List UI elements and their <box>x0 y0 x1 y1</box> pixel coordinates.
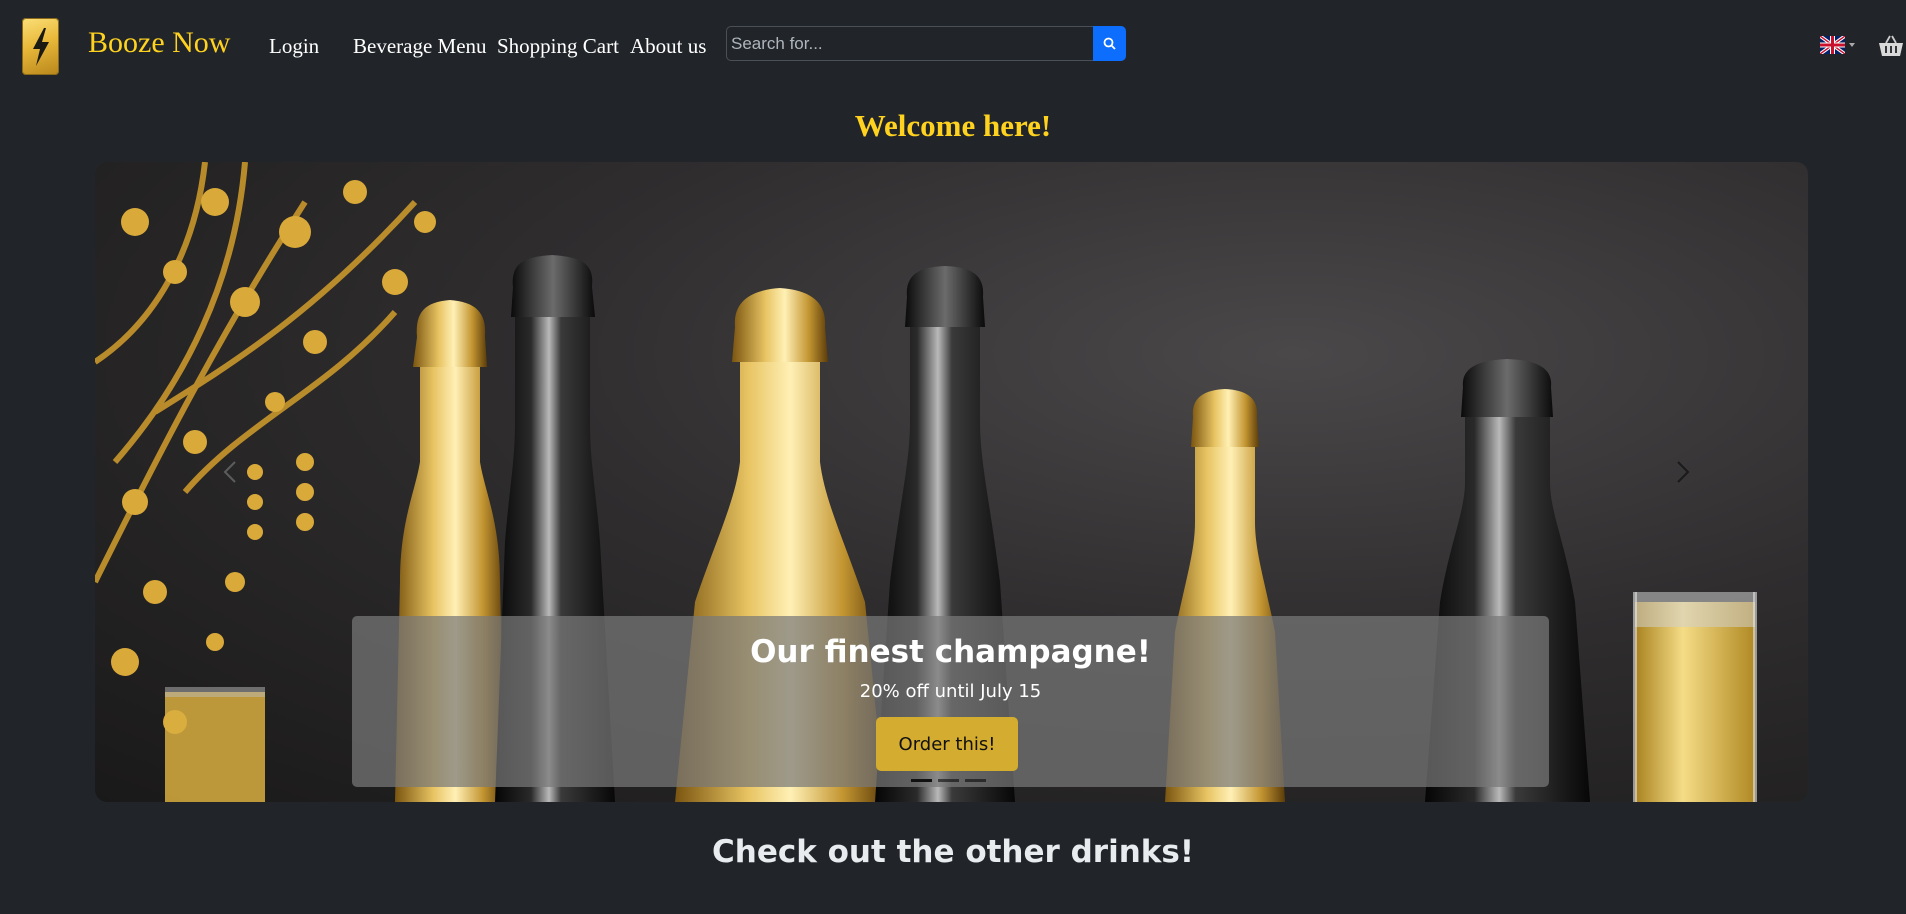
language-dropdown-caret-icon[interactable] <box>1849 43 1855 47</box>
nav-shopping-cart-link[interactable]: Shopping Cart <box>497 34 619 59</box>
nav-about-us-link[interactable]: About us <box>630 34 706 59</box>
carousel-prev-button[interactable] <box>210 442 250 502</box>
hero-carousel: Our finest champagne! 20% off until July… <box>95 162 1808 802</box>
slide-subtitle: 20% off until July 15 <box>859 681 1042 702</box>
order-button[interactable]: Order this! <box>876 717 1018 771</box>
nav-beverage-menu-link[interactable]: Beverage Menu <box>353 34 487 59</box>
welcome-heading: Welcome here! <box>854 108 1052 143</box>
search-button[interactable] <box>1093 26 1126 61</box>
nav-login-link[interactable]: Login <box>269 34 319 59</box>
navbar: Booze Now Login Beverage Menu Shopping C… <box>0 0 1906 90</box>
other-drinks-heading: Check out the other drinks! <box>712 834 1194 870</box>
carousel-indicators <box>911 779 986 782</box>
search-input[interactable] <box>726 26 1093 61</box>
chevron-right-icon <box>1677 461 1690 483</box>
brand-title[interactable]: Booze Now <box>88 26 230 60</box>
search-icon <box>1103 37 1116 50</box>
carousel-next-button[interactable] <box>1663 442 1703 502</box>
uk-flag-icon[interactable] <box>1820 36 1845 54</box>
chevron-left-icon <box>223 461 236 483</box>
carousel-indicator[interactable] <box>965 779 986 782</box>
carousel-indicator[interactable] <box>911 779 932 782</box>
carousel-caption: Our finest champagne! 20% off until July… <box>352 616 1549 787</box>
lightning-logo-icon[interactable] <box>22 18 59 75</box>
slide-title: Our finest champagne! <box>750 634 1151 670</box>
carousel-indicator[interactable] <box>938 779 959 782</box>
basket-icon[interactable] <box>1878 34 1904 58</box>
